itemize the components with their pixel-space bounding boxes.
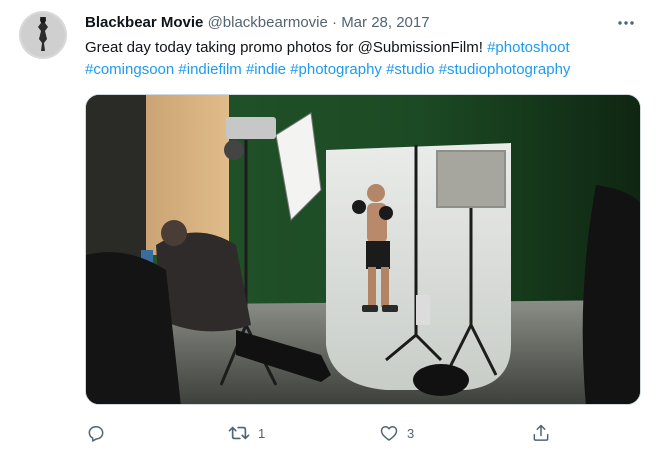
tweet-card[interactable]: Blackbear Movie @blackbearmovie · Mar 28…: [0, 0, 656, 456]
tweet-photo[interactable]: [85, 94, 641, 405]
retweet-count: 1: [258, 425, 266, 441]
more-button[interactable]: [616, 13, 636, 33]
tweet-text-plain: Great day today taking promo photos for …: [85, 39, 488, 56]
separator-dot: ·: [332, 14, 338, 31]
hashtag-link[interactable]: #studio: [386, 61, 434, 78]
tweet-text-line-1: Great day today taking promo photos for …: [85, 37, 645, 59]
hashtag-link[interactable]: #comingsoon: [85, 61, 174, 78]
user-handle[interactable]: @blackbearmovie: [208, 14, 328, 31]
bear-logo-icon: [19, 11, 67, 59]
tweet-text-line-2: #comingsoon #indiefilm #indie #photograp…: [85, 59, 645, 81]
heart-icon: [380, 426, 398, 441]
tweet-header: Blackbear Movie @blackbearmovie · Mar 28…: [85, 13, 636, 33]
hashtag-link[interactable]: #studiophotography: [439, 61, 571, 78]
share-button[interactable]: [531, 419, 559, 447]
reply-icon: [88, 426, 104, 442]
hashtag-link[interactable]: #indiefilm: [178, 61, 241, 78]
avatar[interactable]: [19, 11, 67, 59]
hashtag-link[interactable]: #indie: [246, 61, 286, 78]
display-name[interactable]: Blackbear Movie: [85, 14, 203, 31]
more-dots-icon: [618, 21, 634, 25]
reply-button[interactable]: [86, 419, 114, 447]
retweet-button[interactable]: 1: [228, 419, 265, 447]
like-button[interactable]: 3: [379, 419, 414, 447]
tweet-text: Great day today taking promo photos for …: [85, 37, 645, 81]
photo-studio-image: [86, 95, 640, 404]
like-count: 3: [407, 425, 415, 441]
tweet-actions: 1 3: [80, 419, 560, 447]
retweet-icon: [228, 426, 250, 440]
timestamp[interactable]: Mar 28, 2017: [341, 14, 429, 31]
hashtag-link[interactable]: #photoshoot: [487, 39, 570, 56]
share-icon: [533, 424, 549, 441]
hashtag-link[interactable]: #photography: [290, 61, 382, 78]
